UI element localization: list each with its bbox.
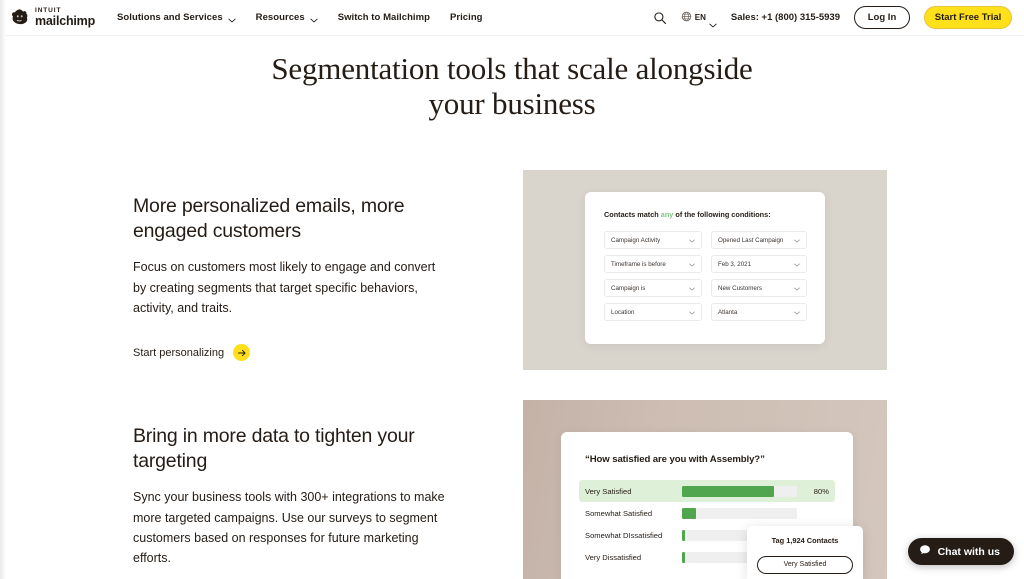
feature-text-block: Bring in more data to tighten your targe… [133, 400, 463, 579]
chevron-down-icon [310, 15, 318, 23]
language-label: EN [694, 13, 706, 22]
chevron-down-icon [689, 238, 695, 244]
survey-row-bar-fill [682, 551, 686, 563]
select-value: Campaign is [611, 284, 646, 292]
tag-contacts-popup: Tag 1,924 Contacts Very Satisfied [747, 526, 863, 579]
mailchimp-freddie-icon [10, 8, 30, 28]
logo-mailchimp-text: mailchimp [35, 14, 96, 28]
condition-row: Location Atlanta [604, 303, 807, 322]
nav-label: Solutions and Services [117, 12, 223, 23]
nav-label: Resources [255, 12, 305, 23]
conditions-card-title: Contacts match any of the following cond… [604, 210, 806, 219]
condition-row: Campaign Activity Opened Last Campaign [604, 231, 807, 250]
tag-popup-pill[interactable]: Very Satisfied [757, 555, 853, 574]
survey-question: “How satisfied are you with Assembly?” [585, 454, 765, 466]
chat-bubble-icon [919, 543, 931, 561]
chevron-down-icon [794, 286, 800, 292]
arrow-right-icon [233, 344, 251, 362]
condition-row: Campaign is New Customers [604, 279, 807, 298]
survey-row-bar-fill [682, 529, 686, 541]
header-actions: EN Sales: +1 (800) 315-5939 Log In Start… [653, 6, 1012, 29]
chevron-down-icon [709, 15, 717, 28]
nav-item-pricing[interactable]: Pricing [450, 12, 483, 23]
start-personalizing-link[interactable]: Start personalizing [133, 344, 251, 362]
feature-text-block: More personalized emails, more engaged c… [133, 170, 463, 362]
feature-row-personalized-emails: More personalized emails, more engaged c… [0, 170, 1024, 371]
feature-title: Bring in more data to tighten your targe… [133, 425, 415, 473]
page-title: Segmentation tools that scale alongside … [271, 51, 753, 121]
hero-section: Segmentation tools that scale alongside … [0, 36, 1024, 127]
conditions-card: Contacts match any of the following cond… [585, 192, 825, 345]
feature-media-block: Contacts match any of the following cond… [463, 170, 889, 371]
survey-row-bar-track [682, 485, 797, 497]
survey-row-bar-track [682, 507, 797, 519]
chevron-down-icon [689, 310, 695, 316]
condition-value-select[interactable]: Atlanta [711, 303, 807, 322]
feature-row-more-data: Bring in more data to tighten your targe… [0, 400, 1024, 579]
survey-row-label: Somewhat Satisfied [585, 508, 653, 518]
mailchimp-logo[interactable]: INTUIT mailchimp [10, 7, 96, 28]
nav-item-solutions-and-services[interactable]: Solutions and Services [117, 12, 236, 23]
condition-field-select[interactable]: Campaign is [604, 279, 702, 298]
conditions-title-after: of the following conditions: [673, 210, 771, 220]
tag-popup-title: Tag 1,924 Contacts [771, 536, 839, 546]
globe-icon [681, 9, 692, 27]
condition-value-select[interactable]: New Customers [711, 279, 807, 298]
feature-media-block: “How satisfied are you with Assembly?” V… [463, 400, 889, 579]
condition-field-select[interactable]: Timeframe is before [604, 255, 702, 274]
chevron-down-icon [228, 15, 236, 23]
feature-body: Focus on customers most likely to engage… [133, 260, 436, 316]
page-root: INTUIT mailchimp Solutions and Services … [0, 0, 1024, 579]
segmentation-conditions-screenshot: Contacts match any of the following cond… [523, 170, 887, 371]
chevron-down-icon [794, 238, 800, 244]
select-value: Timeframe is before [611, 260, 666, 268]
condition-field-select[interactable]: Campaign Activity [604, 231, 702, 250]
survey-row-label: Very Dissatisfied [585, 552, 642, 562]
site-header: INTUIT mailchimp Solutions and Services … [0, 0, 1024, 36]
cta-label: Start personalizing [133, 346, 225, 359]
nav-item-resources[interactable]: Resources [256, 12, 318, 23]
condition-value-select[interactable]: Opened Last Campaign [711, 231, 807, 250]
search-icon[interactable] [653, 11, 667, 25]
survey-results-screenshot: “How satisfied are you with Assembly?” V… [523, 400, 887, 579]
survey-row-bar-fill [682, 485, 774, 497]
chevron-down-icon [689, 286, 695, 292]
language-selector[interactable]: EN [681, 9, 717, 28]
primary-navigation: Solutions and Services Resources Switch … [117, 12, 483, 23]
chevron-down-icon [794, 310, 800, 316]
chevron-down-icon [794, 262, 800, 268]
chat-with-us-button[interactable]: Chat with us [907, 538, 1014, 565]
survey-row-label: Somewhat DIssatisfied [585, 530, 663, 540]
survey-row: Somewhat Satisfied [579, 502, 835, 524]
select-value: Campaign Activity [611, 236, 661, 244]
condition-value-select[interactable]: Feb 3, 2021 [711, 255, 807, 274]
sales-phone[interactable]: Sales: +1 (800) 315-5939 [731, 12, 840, 23]
chevron-down-icon [689, 262, 695, 268]
log-in-button[interactable]: Log In [854, 6, 910, 29]
select-value: Opened Last Campaign [718, 236, 784, 244]
conditions-title-before: Contacts match [604, 210, 661, 220]
survey-row-label: Very Satisfied [585, 486, 632, 496]
conditions-title-highlight: any [660, 210, 674, 220]
survey-row-bar-fill [682, 507, 696, 519]
feature-title: More personalized emails, more engaged c… [133, 195, 405, 243]
feature-body: Sync your business tools with 300+ integ… [133, 490, 445, 566]
select-value: Feb 3, 2021 [718, 260, 752, 268]
chat-label: Chat with us [937, 545, 1000, 558]
survey-row-percent: 80% [813, 486, 829, 496]
survey-row: Very Satisfied 80% [579, 480, 835, 503]
select-value: New Customers [718, 284, 763, 292]
start-free-trial-button[interactable]: Start Free Trial [924, 6, 1012, 29]
logo-wordmark: INTUIT mailchimp [35, 7, 96, 28]
nav-item-switch-to-mailchimp[interactable]: Switch to Mailchimp [338, 12, 430, 23]
main-content: More personalized emails, more engaged c… [0, 170, 1024, 579]
select-value: Atlanta [718, 308, 738, 316]
condition-row: Timeframe is before Feb 3, 2021 [604, 255, 807, 274]
condition-field-select[interactable]: Location [604, 303, 702, 322]
select-value: Location [611, 308, 635, 316]
